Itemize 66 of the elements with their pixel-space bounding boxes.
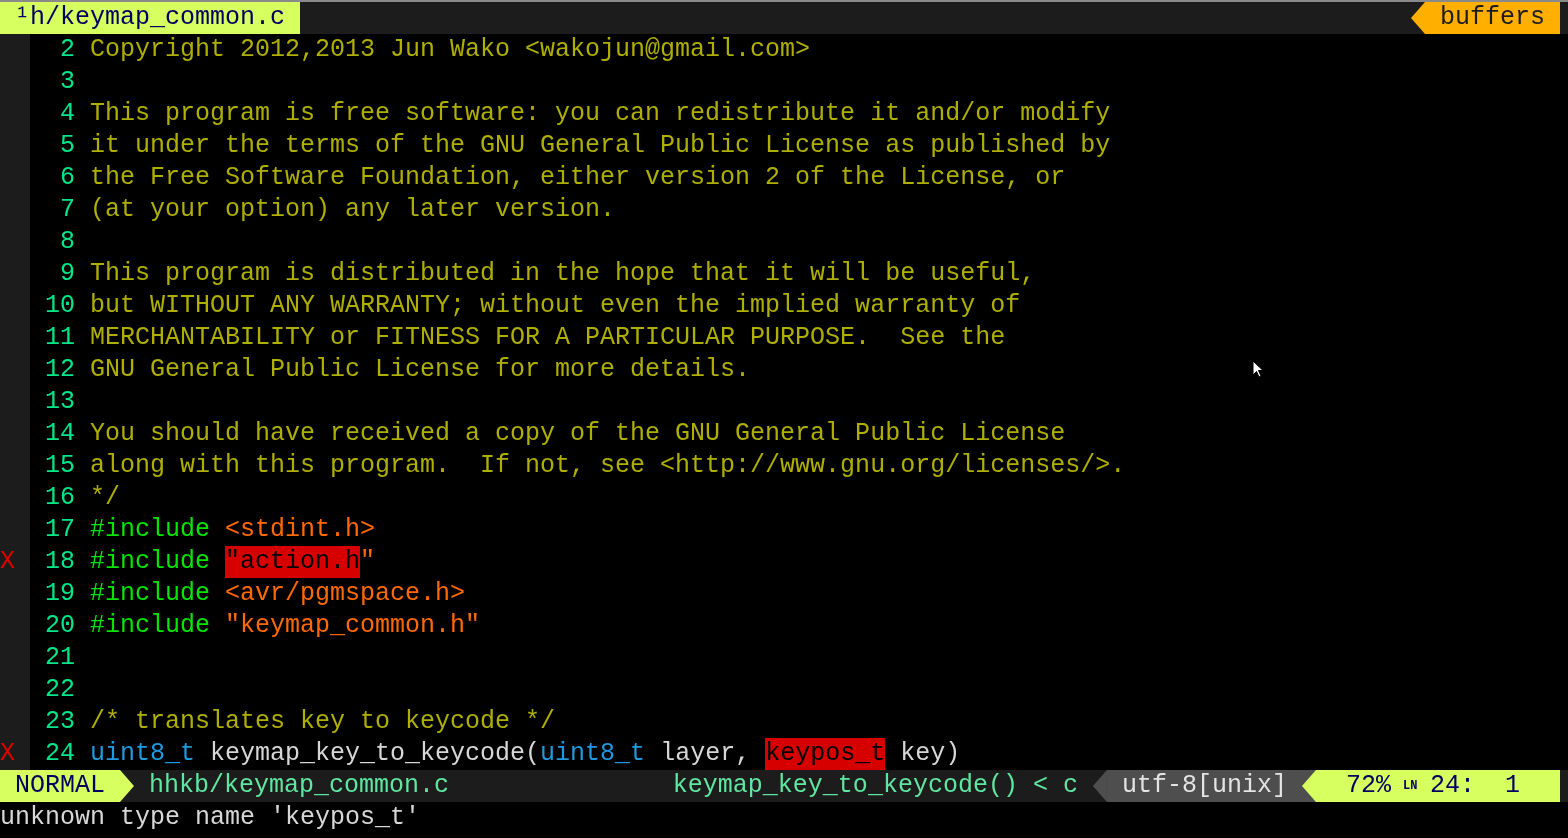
line-number: 12	[44, 354, 75, 386]
line-number: 20	[44, 610, 75, 642]
buffer-tab[interactable]: ¹h/keymap_common.c	[0, 2, 301, 34]
code-text: but WITHOUT ANY WARRANTY; without even the implied warranty of	[90, 290, 1021, 322]
line-number: 15	[44, 450, 75, 482]
line-symbol: LN	[1403, 780, 1415, 792]
code-text: This program is free software: you can redistribute it and/or modify	[90, 98, 1111, 130]
line-number: 4	[59, 98, 75, 130]
code-text: (at your option) any later version.	[90, 194, 616, 226]
code-text: <stdint.h>	[224, 514, 376, 546]
code-text: */	[90, 482, 120, 514]
code-text: uint8_t	[540, 738, 646, 770]
line-number: 13	[44, 386, 75, 418]
mouse-pointer-icon	[1252, 360, 1264, 378]
function-name: keymap_key_to_keycode()	[672, 770, 1018, 802]
code-text: key)	[899, 738, 961, 770]
line-number: 17	[44, 514, 75, 546]
file-name: hhkb/keymap_common.c	[148, 770, 450, 802]
line-number: 11	[44, 322, 75, 354]
code-text: uint8_t	[90, 738, 196, 770]
line-number: 10	[44, 290, 75, 322]
error-sign: X	[0, 739, 15, 768]
line-number: 19	[44, 578, 75, 610]
code-text: layer,	[659, 738, 752, 770]
code-text: Copyright 2012,2013 Jun Wako <wakojun@gmail.com>	[90, 34, 811, 66]
line-number: 24	[44, 738, 75, 770]
buffers-label: buffers	[1424, 2, 1560, 34]
code-text: "keymap_common.h"	[224, 610, 481, 642]
code-text: "	[360, 546, 376, 578]
error-highlight: "action.h	[225, 546, 361, 578]
code-text: <avr/pgmspace.h>	[224, 578, 466, 610]
line-number: 14	[44, 418, 75, 450]
scroll-percent: 72%	[1344, 770, 1391, 802]
file-type: c	[1061, 770, 1079, 802]
line-number: 16	[44, 482, 75, 514]
error-sign: X	[0, 547, 15, 576]
code-text: #include	[90, 610, 211, 642]
line-number: 18	[44, 546, 75, 578]
line-number: 21	[44, 642, 75, 674]
line-number: 6	[59, 162, 75, 194]
code-text: #include	[90, 514, 211, 546]
cursor-position: 24: 1	[1429, 770, 1521, 802]
code-text: the Free Software Foundation, either version 2 of the License, or	[90, 162, 1066, 194]
line-number: 23	[44, 706, 75, 738]
line-number: 2	[59, 34, 75, 66]
line-number: 22	[44, 674, 75, 706]
code-text: MERCHANTABILITY or FITNESS FOR A PARTICULAR PURPOSE. See the	[90, 322, 1006, 354]
code-text: #include	[90, 578, 211, 610]
line-number: 3	[59, 66, 75, 98]
line-number: 5	[59, 130, 75, 162]
file-encoding: utf-8[unix]	[1106, 770, 1302, 802]
code-text: along with this program. If not, see <http://www.gnu.org/licenses/>.	[90, 450, 1126, 482]
separator-glyph: <	[1031, 770, 1048, 802]
code-text: GNU General Public License for more details.	[90, 354, 751, 386]
command-line-message: unknown type name 'keypos_t'	[0, 802, 422, 834]
line-number: 7	[59, 194, 75, 226]
code-text: You should have received a copy of the GNU General Public License	[90, 418, 1066, 450]
error-highlight: keypos_t	[765, 738, 886, 770]
line-number: 8	[59, 226, 75, 258]
code-text: /* translates key to keycode */	[90, 706, 556, 738]
code-text: keymap_key_to_keycode(	[209, 738, 541, 770]
code-text: #include	[90, 546, 212, 578]
code-text: This program is distributed in the hope that it will be useful,	[90, 258, 1036, 290]
code-text: it under the terms of the GNU General Public License as published by	[90, 130, 1111, 162]
line-number: 9	[59, 258, 75, 290]
mode-indicator: NORMAL	[0, 770, 120, 802]
